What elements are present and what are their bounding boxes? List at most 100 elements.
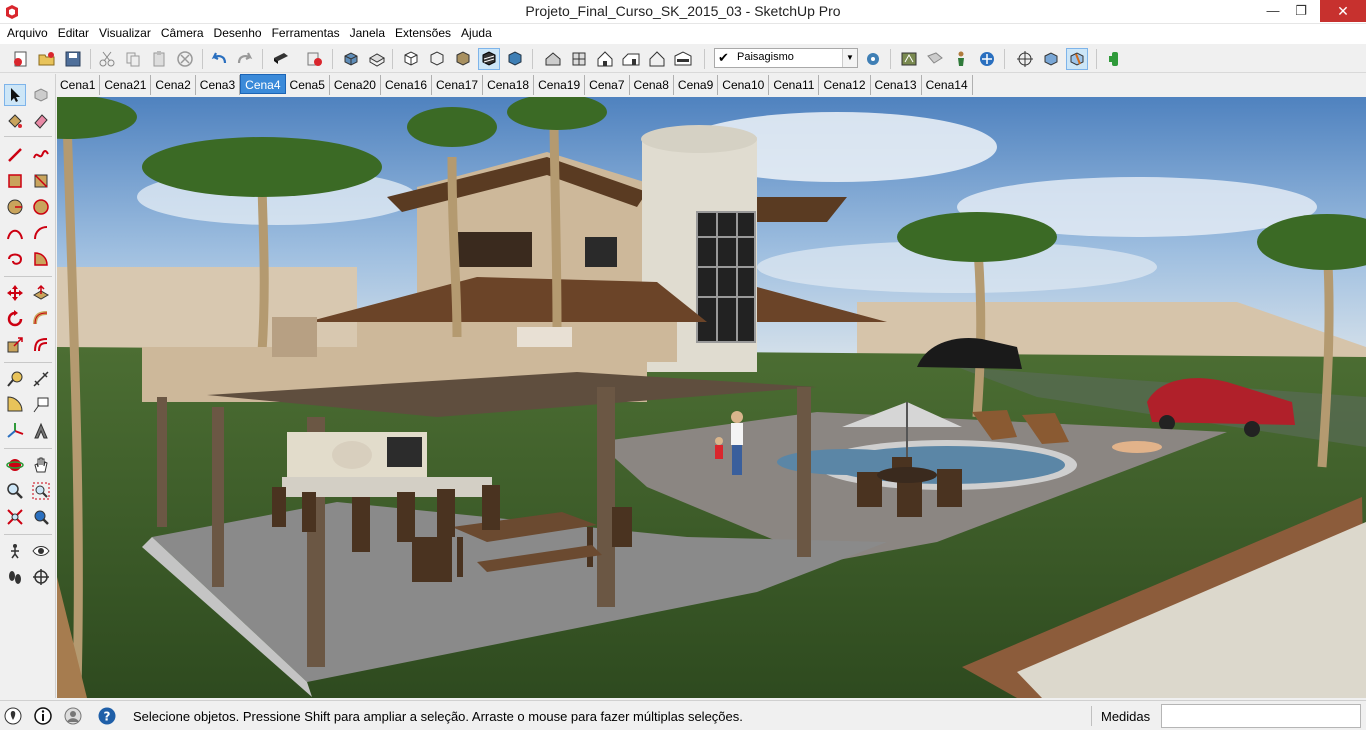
warehouse-icon[interactable] xyxy=(898,48,920,70)
component-tool-icon[interactable] xyxy=(30,84,52,106)
push-pull-icon[interactable] xyxy=(30,282,52,304)
plugin-figure-icon[interactable] xyxy=(1104,48,1126,70)
circle-tool-icon[interactable] xyxy=(4,196,26,218)
section-plane-tool-icon[interactable] xyxy=(30,566,52,588)
help-icon[interactable]: ? xyxy=(96,705,118,727)
menu-visualizar[interactable]: Visualizar xyxy=(94,24,156,44)
pan-hand-icon[interactable] xyxy=(30,454,52,476)
axes-tool-icon[interactable] xyxy=(4,420,26,442)
line-tool-icon[interactable] xyxy=(4,144,26,166)
menu-arquivo[interactable]: Arquivo xyxy=(2,24,53,44)
style-settings-icon[interactable] xyxy=(862,48,884,70)
monochrome-style-icon[interactable] xyxy=(504,48,526,70)
tab-cena8[interactable]: Cena8 xyxy=(630,75,674,95)
offset-tool-icon[interactable] xyxy=(30,334,52,356)
section-plane-icon[interactable] xyxy=(1040,48,1062,70)
tab-cena12[interactable]: Cena12 xyxy=(819,75,871,95)
new-file-icon[interactable] xyxy=(10,48,32,70)
tab-cena4[interactable]: Cena4 xyxy=(240,74,286,94)
paint-bucket-icon[interactable] xyxy=(4,110,26,132)
iso-house-icon[interactable] xyxy=(542,48,564,70)
component-figure-icon[interactable] xyxy=(950,48,972,70)
scale-tool-icon[interactable] xyxy=(4,334,26,356)
save-icon[interactable] xyxy=(62,48,84,70)
copy-icon[interactable] xyxy=(122,48,144,70)
wireframe-style-icon[interactable] xyxy=(426,48,448,70)
shaded-textures-style-icon[interactable] xyxy=(478,48,500,70)
shaded-style-icon[interactable] xyxy=(452,48,474,70)
erase-selection-icon[interactable] xyxy=(174,48,196,70)
eraser-icon[interactable] xyxy=(30,110,52,132)
polygon-tool-icon[interactable] xyxy=(30,196,52,218)
left-house-icon[interactable] xyxy=(672,48,694,70)
dimension-tool-icon[interactable] xyxy=(30,368,52,390)
tab-cena2[interactable]: Cena2 xyxy=(151,75,196,95)
top-house-icon[interactable] xyxy=(568,48,590,70)
menu-editar[interactable]: Editar xyxy=(53,24,94,44)
extension-warehouse-icon[interactable] xyxy=(976,48,998,70)
3d-text-icon[interactable] xyxy=(30,420,52,442)
position-camera-icon[interactable] xyxy=(4,540,26,562)
three-point-arc-icon[interactable] xyxy=(4,248,26,270)
maximize-button[interactable]: ❐ xyxy=(1286,0,1316,22)
style-dropdown[interactable]: ✔ Paisagismo ▼ xyxy=(714,48,858,68)
protractor-icon[interactable] xyxy=(4,394,26,416)
zoom-window-icon[interactable] xyxy=(30,480,52,502)
freehand-tool-icon[interactable] xyxy=(30,144,52,166)
tab-cena1[interactable]: Cena1 xyxy=(56,75,101,95)
top-view-icon[interactable] xyxy=(366,48,388,70)
cut-icon[interactable] xyxy=(96,48,118,70)
print-icon[interactable] xyxy=(270,48,292,70)
measurements-input[interactable] xyxy=(1161,704,1361,728)
tab-cena21[interactable]: Cena21 xyxy=(100,75,152,95)
menu-ferramentas[interactable]: Ferramentas xyxy=(267,24,345,44)
look-around-icon[interactable] xyxy=(30,540,52,562)
arc-tool-icon[interactable] xyxy=(4,222,26,244)
iso-view-icon[interactable] xyxy=(340,48,362,70)
back-house-icon[interactable] xyxy=(646,48,668,70)
tab-cena18[interactable]: Cena18 xyxy=(483,75,535,95)
menu-camera[interactable]: Câmera xyxy=(156,24,209,44)
menu-janela[interactable]: Janela xyxy=(345,24,390,44)
tab-cena7[interactable]: Cena7 xyxy=(585,75,630,95)
menu-desenho[interactable]: Desenho xyxy=(209,24,267,44)
info-icon[interactable] xyxy=(32,705,54,727)
geolocation-icon[interactable] xyxy=(2,705,24,727)
tab-cena17[interactable]: Cena17 xyxy=(432,75,484,95)
share-model-icon[interactable] xyxy=(924,48,946,70)
paste-icon[interactable] xyxy=(148,48,170,70)
previous-view-icon[interactable] xyxy=(30,506,52,528)
section-display-icon[interactable] xyxy=(1066,48,1088,70)
tab-cena9[interactable]: Cena9 xyxy=(674,75,719,95)
tab-cena13[interactable]: Cena13 xyxy=(871,75,922,95)
axes-icon[interactable] xyxy=(1014,48,1036,70)
front-house-icon[interactable] xyxy=(594,48,616,70)
tab-cena3[interactable]: Cena3 xyxy=(196,75,241,95)
xray-style-icon[interactable] xyxy=(400,48,422,70)
zoom-tool-icon[interactable] xyxy=(4,480,26,502)
user-account-icon[interactable] xyxy=(62,705,84,727)
rotate-tool-icon[interactable] xyxy=(4,308,26,330)
menu-extensoes[interactable]: Extensões xyxy=(390,24,456,44)
pie-tool-icon[interactable] xyxy=(30,248,52,270)
open-folder-icon[interactable] xyxy=(36,48,58,70)
zoom-extents-icon[interactable] xyxy=(4,506,26,528)
select-tool-icon[interactable] xyxy=(4,84,26,106)
model-info-icon[interactable] xyxy=(304,48,326,70)
tab-cena20[interactable]: Cena20 xyxy=(330,75,381,95)
tape-measure-icon[interactable] xyxy=(4,368,26,390)
tab-cena10[interactable]: Cena10 xyxy=(718,75,770,95)
right-house-icon[interactable] xyxy=(620,48,642,70)
close-button[interactable]: ✕ xyxy=(1320,0,1366,22)
tab-cena5[interactable]: Cena5 xyxy=(286,75,330,95)
redo-icon[interactable] xyxy=(234,48,256,70)
walk-footprints-icon[interactable] xyxy=(4,566,26,588)
orbit-tool-icon[interactable] xyxy=(4,454,26,476)
undo-icon[interactable] xyxy=(208,48,230,70)
tab-cena19[interactable]: Cena19 xyxy=(534,75,586,95)
two-point-arc-icon[interactable] xyxy=(30,222,52,244)
model-viewport[interactable] xyxy=(57,97,1366,698)
minimize-button[interactable]: — xyxy=(1258,0,1288,22)
menu-ajuda[interactable]: Ajuda xyxy=(456,24,497,44)
rotated-rectangle-icon[interactable] xyxy=(30,170,52,192)
